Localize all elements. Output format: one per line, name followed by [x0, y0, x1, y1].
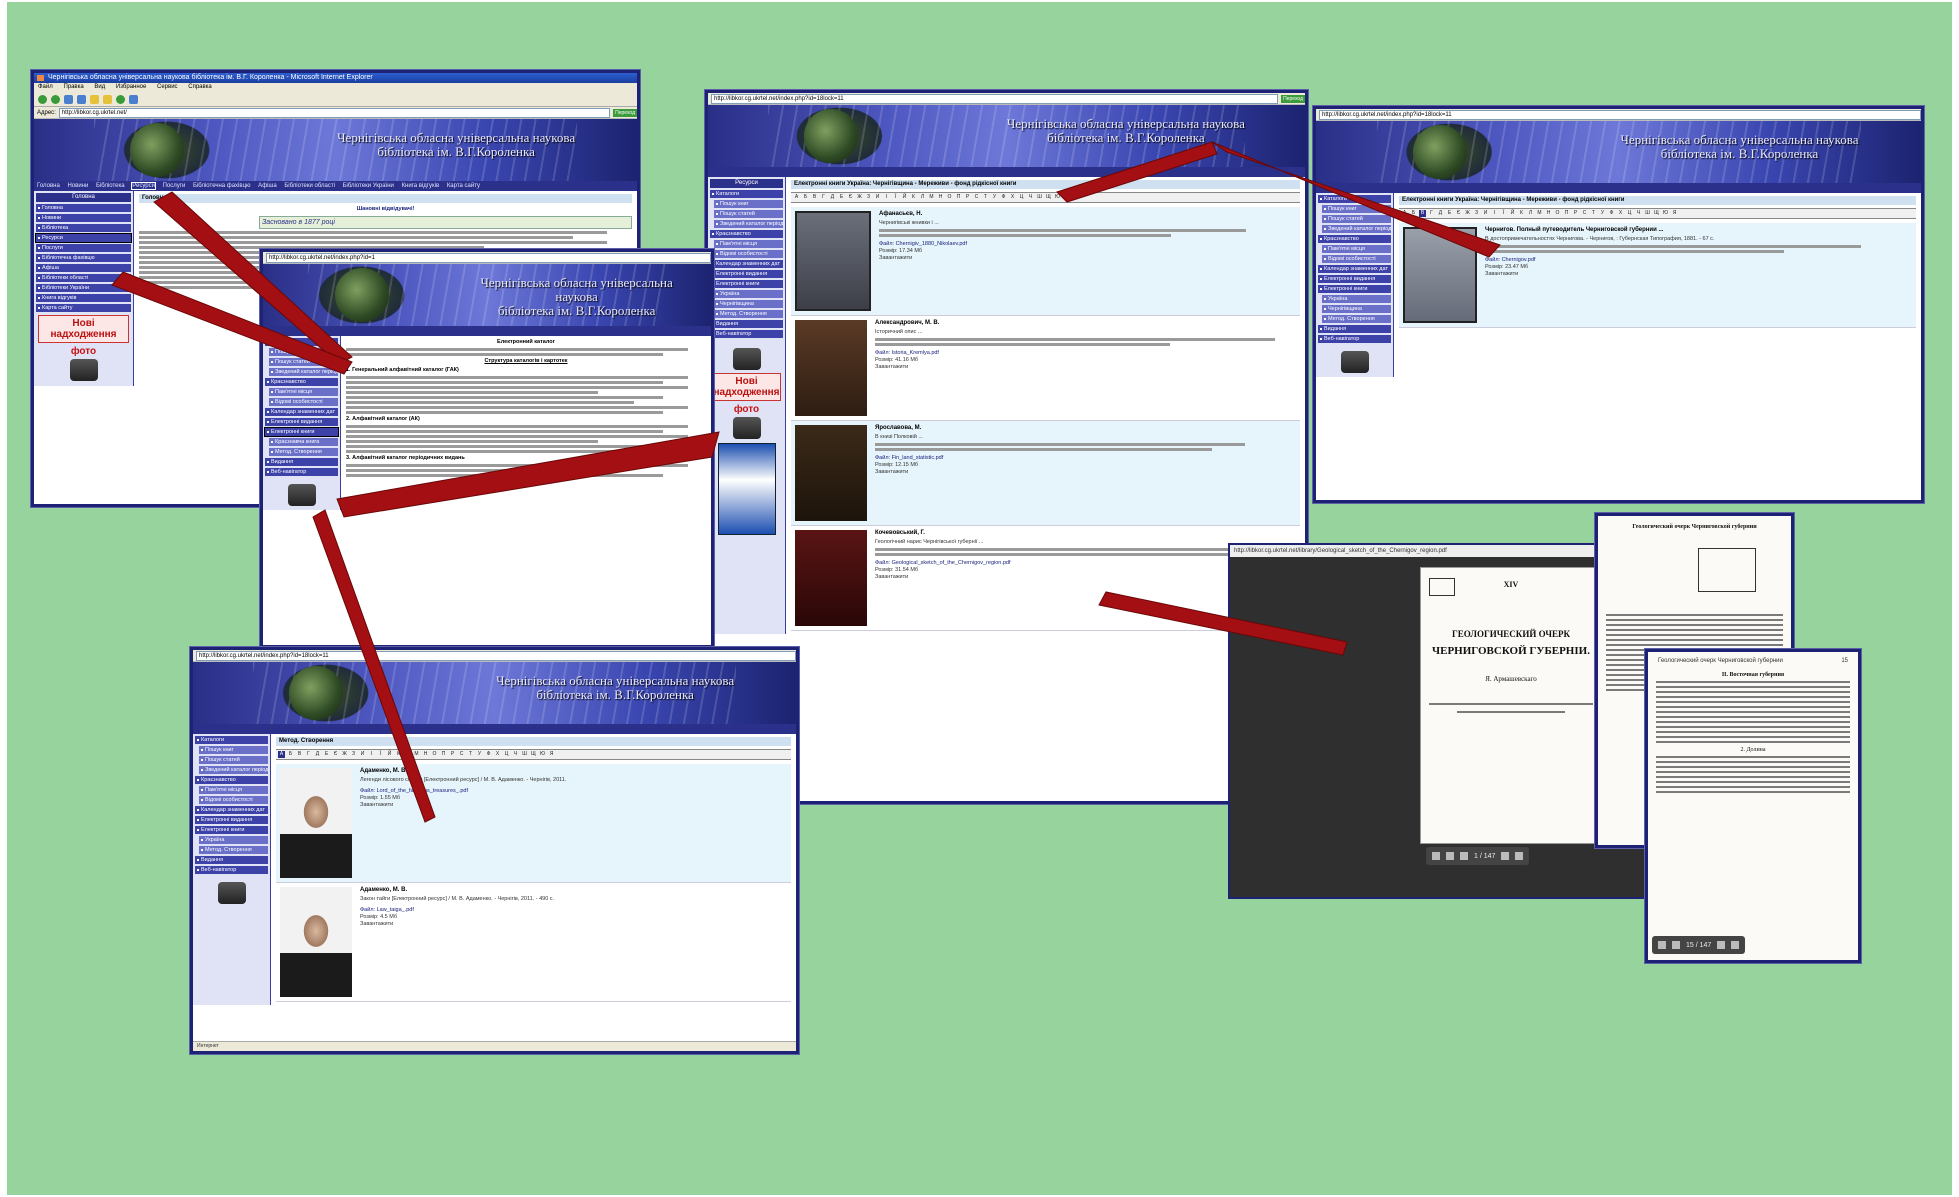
navigation-arrows	[111, 141, 1501, 823]
arrow-record-to-cover	[1211, 141, 1501, 258]
arrow-catalog-to-ebooks	[336, 431, 720, 518]
arrow-sidebar-to-catalog	[111, 271, 353, 375]
arrow-file-to-reader	[1098, 591, 1348, 656]
arrow-ebooks-to-record	[1056, 141, 1218, 203]
arrow-catalog-to-authors	[312, 509, 436, 823]
canvas-background: Чернігівська обласна універсальна науков…	[7, 2, 1952, 1195]
